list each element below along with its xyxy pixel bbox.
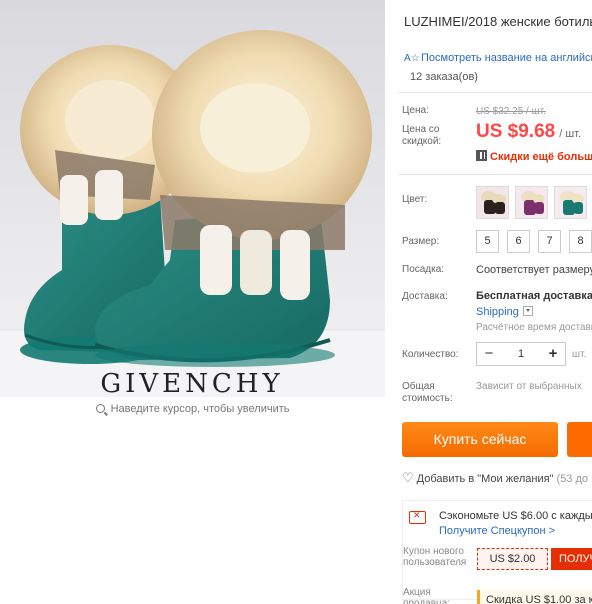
add-to-cart-button[interactable]	[567, 422, 592, 457]
sale-price-label: Цена со скидкой:	[402, 124, 442, 147]
increment-button[interactable]: +	[541, 343, 565, 365]
zoom-hint-text: Наведите курсор, чтобы увеличить	[110, 403, 290, 415]
discount-link-text: Скидки ещё больше	[490, 151, 592, 163]
get-coupon-link[interactable]: Получите Спецкупон >	[439, 525, 555, 537]
chevron-down-icon	[522, 306, 533, 316]
magnifier-icon	[95, 404, 105, 413]
color-swatch-black[interactable]	[476, 186, 509, 219]
get-coupon-button[interactable]: ПОЛУЧ	[551, 548, 592, 570]
color-swatch-purple[interactable]	[515, 186, 548, 219]
boot-thumbnail-icon	[560, 191, 584, 215]
coupon-icon	[409, 510, 426, 524]
old-price: US $32.25 / шт.	[476, 106, 546, 117]
total-value: Зависит от выбранных	[476, 381, 582, 392]
divider	[398, 92, 592, 93]
fit-label: Посадка:	[402, 264, 445, 275]
shipping-method-dropdown[interactable]: Shipping	[476, 306, 533, 318]
discount-link[interactable]: Скидки ещё больше	[476, 150, 592, 163]
size-option[interactable]: 6	[507, 230, 530, 253]
new-user-coupon-label: Купон нового пользователя	[403, 546, 467, 568]
delivery-value: Бесплатная доставка	[476, 290, 592, 302]
sale-price-value: US $9.68	[476, 121, 556, 142]
quantity-label: Количество:	[402, 349, 459, 360]
orders-count: 12 заказа(ов)	[410, 71, 478, 83]
translate-icon: A☆	[404, 53, 420, 64]
translate-link-text: Посмотреть название на английском	[421, 52, 592, 64]
wishlist-text: Добавить в "Мои желания"	[416, 473, 554, 485]
sale-price: US $9.68/ шт.	[476, 121, 581, 143]
total-label: Общая стоимость:	[402, 381, 453, 404]
brand-text: GIVENCHY	[100, 369, 283, 397]
decrement-button[interactable]: −	[477, 343, 501, 365]
boots-photo: GIVENCHY	[0, 0, 385, 397]
wishlist-count: (53 до	[556, 473, 589, 485]
size-option[interactable]: 7	[538, 230, 561, 253]
new-user-coupon-value: US $2.00	[477, 548, 548, 570]
buy-now-button[interactable]: Купить сейчас	[402, 422, 558, 457]
delivery-label: Доставка:	[402, 291, 448, 302]
quantity-input[interactable]: 1	[501, 343, 541, 365]
boot-thumbnail-icon	[481, 191, 506, 214]
qr-code-icon	[476, 150, 487, 161]
per-unit: / шт.	[559, 128, 582, 140]
product-main-image[interactable]: GIVENCHY	[0, 0, 385, 397]
product-info-panel: LUZHIMEI/2018 женские ботильоны ботинки …	[398, 0, 592, 604]
heart-icon: ♡	[402, 470, 414, 485]
zoom-hint: Наведите курсор, чтобы увеличить	[0, 403, 385, 415]
add-to-wishlist-link[interactable]: ♡ Добавить в "Мои желания" (53 до	[402, 470, 588, 486]
translate-title-link[interactable]: A☆Посмотреть название на английском	[404, 52, 592, 65]
price-label: Цена:	[402, 105, 429, 116]
coupon-section: Сэкономьте US $6.00 с каждых Получите Сп…	[402, 500, 592, 604]
delivery-estimate: Расчётное время доставки	[476, 322, 592, 333]
quantity-stepper: − 1 +	[476, 342, 566, 366]
fit-value: Соответствует размеру	[476, 264, 592, 276]
product-gallery: GIVENCHY Наведите курсор, чтобы увеличит…	[0, 0, 385, 425]
color-label: Цвет:	[402, 194, 428, 205]
seller-promo-label: Акция продавца:	[403, 587, 451, 604]
seller-promo-value: Скидка US $1.00 за каж	[477, 590, 592, 604]
coupon-savings-text: Сэкономьте US $6.00 с каждых	[439, 510, 592, 522]
size-label: Размер:	[402, 236, 440, 247]
product-title: LUZHIMEI/2018 женские ботильоны ботинки …	[404, 14, 592, 29]
size-option[interactable]: 5	[476, 230, 499, 253]
shipping-method-text: Shipping	[476, 306, 519, 318]
size-option[interactable]: 8	[569, 230, 592, 253]
boot-thumbnail-icon	[521, 191, 545, 215]
divider	[398, 174, 592, 175]
color-swatch-green[interactable]	[554, 186, 587, 219]
quantity-unit: шт.	[572, 349, 587, 360]
